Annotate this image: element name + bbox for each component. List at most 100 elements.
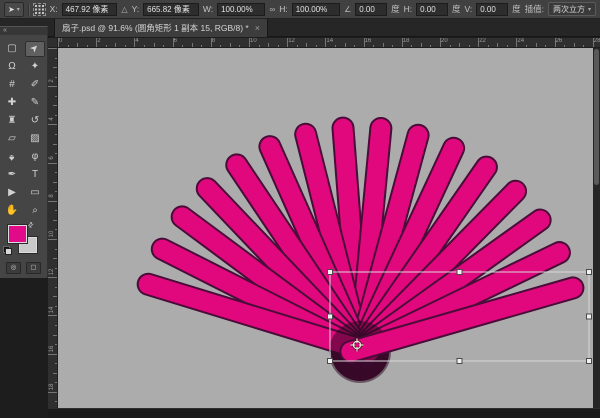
- chevron-down-icon: ▾: [588, 6, 591, 13]
- transform-handle[interactable]: [328, 359, 333, 364]
- height-field[interactable]: 100.00%: [292, 3, 340, 16]
- transform-handle[interactable]: [587, 359, 592, 364]
- foreground-color-swatch[interactable]: [8, 225, 27, 243]
- height-label: H:: [279, 4, 288, 14]
- lasso-tool-icon: Ω: [8, 62, 15, 72]
- healing-brush-tool[interactable]: ✚: [2, 95, 22, 111]
- screen-mode-button[interactable]: ▢: [26, 262, 41, 274]
- ruler-tick: [392, 45, 393, 47]
- ruler-label: 2: [49, 73, 55, 89]
- hskew-field[interactable]: 0.00: [416, 3, 448, 16]
- scrollbar-thumb[interactable]: [594, 49, 599, 185]
- ruler-tick: [53, 105, 57, 106]
- ruler-tick: [268, 43, 269, 47]
- ruler-tick: [55, 268, 57, 269]
- quick-mask-button[interactable]: ◎: [6, 262, 21, 274]
- rotation-field[interactable]: 0.00: [355, 3, 387, 16]
- transform-handle[interactable]: [587, 270, 592, 275]
- ruler-tick: [450, 45, 451, 47]
- document-tab-bar: 扇子.psd @ 91.6% (圆角矩形 1 副本 15, RGB/8) * ×: [0, 19, 600, 37]
- type-tool-icon: T: [32, 170, 38, 180]
- ruler-tick: [230, 43, 231, 47]
- ruler-tick: [55, 306, 57, 307]
- eraser-tool[interactable]: ▱: [2, 131, 22, 147]
- ruler-label: 8: [212, 38, 215, 44]
- vertical-scrollbar[interactable]: [593, 48, 600, 408]
- transform-handle[interactable]: [587, 314, 592, 319]
- transform-handle[interactable]: [457, 270, 462, 275]
- ruler-corner: [48, 38, 58, 48]
- crop-tool[interactable]: #: [2, 77, 22, 93]
- pen-tool[interactable]: ✒: [2, 167, 22, 183]
- healing-brush-tool-icon: ✚: [8, 98, 16, 108]
- ruler-tick: [430, 45, 431, 47]
- ruler-label: 10: [49, 226, 55, 242]
- clone-stamp-tool[interactable]: ♜: [2, 113, 22, 129]
- rotate-angle-icon: ∠: [344, 5, 351, 14]
- hand-tool[interactable]: ✋: [2, 203, 22, 219]
- ruler-tick: [564, 45, 565, 47]
- x-position-field[interactable]: 467.92 像素: [62, 3, 118, 16]
- gradient-tool[interactable]: ▨: [25, 131, 45, 147]
- transform-handle[interactable]: [328, 270, 333, 275]
- options-bar: ➤ ▾ X: 467.92 像素 △ Y: 665.82 像素 W: 100.0…: [0, 0, 600, 19]
- tool-preset-button[interactable]: ➤ ▾: [4, 2, 24, 17]
- ruler-tick: [55, 153, 57, 154]
- eyedropper-tool[interactable]: ✐: [25, 77, 45, 93]
- magic-wand-tool[interactable]: ✦: [25, 59, 45, 75]
- ruler-label: 6: [174, 38, 177, 44]
- horizontal-ruler[interactable]: 0246810121416182022242628: [58, 38, 600, 48]
- dodge-tool[interactable]: φ: [25, 149, 45, 165]
- ruler-label: 18: [403, 38, 410, 44]
- y-position-field[interactable]: 665.82 像素: [143, 3, 199, 16]
- document-tab[interactable]: 扇子.psd @ 91.6% (圆角矩形 1 副本 15, RGB/8) * ×: [54, 19, 268, 37]
- ruler-tick: [583, 45, 584, 47]
- ruler-tick: [201, 45, 202, 47]
- shape-tool[interactable]: ▭: [25, 185, 45, 201]
- lasso-tool[interactable]: Ω: [2, 59, 22, 75]
- tab-close-button[interactable]: ×: [255, 23, 260, 33]
- transform-handle[interactable]: [457, 359, 462, 364]
- swap-colors-icon[interactable]: ⇄: [26, 220, 36, 230]
- interpolation-dropdown[interactable]: 两次立方 ▾: [548, 2, 596, 16]
- ruler-tick: [574, 43, 575, 47]
- zoom-tool[interactable]: ⌕: [25, 203, 45, 219]
- document-canvas[interactable]: [58, 48, 593, 408]
- ruler-tick: [497, 43, 498, 47]
- default-white-swatch: [5, 248, 12, 255]
- link-dimensions-icon[interactable]: ∞: [269, 5, 275, 14]
- vskew-field[interactable]: 0.00: [476, 3, 508, 16]
- ruler-tick: [536, 43, 537, 47]
- move-tool-icon: ➤: [8, 5, 15, 14]
- rectangular-marquee-tool[interactable]: ▢: [2, 41, 22, 57]
- ruler-label: 16: [365, 38, 372, 44]
- transform-handle[interactable]: [328, 314, 333, 319]
- ruler-label: 2: [97, 38, 100, 44]
- ruler-tick: [68, 45, 69, 47]
- dodge-tool-icon: φ: [32, 152, 38, 162]
- ruler-tick: [526, 45, 527, 47]
- history-brush-tool[interactable]: ↺: [25, 113, 45, 129]
- vertical-ruler[interactable]: 24681012141618: [48, 48, 58, 408]
- ruler-label: 4: [49, 111, 55, 127]
- path-selection-tool[interactable]: ▶: [2, 185, 22, 201]
- ruler-label: 4: [135, 38, 138, 44]
- ruler-tick: [335, 45, 336, 47]
- brush-tool[interactable]: ✎: [25, 95, 45, 111]
- move-tool[interactable]: ➤: [25, 41, 45, 57]
- rotation-unit: 度: [391, 3, 400, 15]
- default-colors-icon[interactable]: [3, 246, 12, 255]
- ruler-tick: [53, 296, 57, 297]
- type-tool[interactable]: T: [25, 167, 45, 183]
- ruler-tick: [115, 43, 116, 47]
- ruler-tick: [55, 172, 57, 173]
- reference-point-locator[interactable]: [33, 3, 46, 16]
- y-label: Y:: [132, 4, 140, 14]
- blur-tool[interactable]: ♠: [2, 149, 22, 165]
- relative-position-toggle[interactable]: △: [121, 5, 127, 14]
- blur-tool-icon: ♠: [9, 152, 14, 162]
- panel-collapse-button[interactable]: «: [0, 27, 47, 35]
- width-field[interactable]: 100.00%: [217, 3, 265, 16]
- ruler-label: 20: [441, 38, 448, 44]
- width-label: W:: [203, 4, 213, 14]
